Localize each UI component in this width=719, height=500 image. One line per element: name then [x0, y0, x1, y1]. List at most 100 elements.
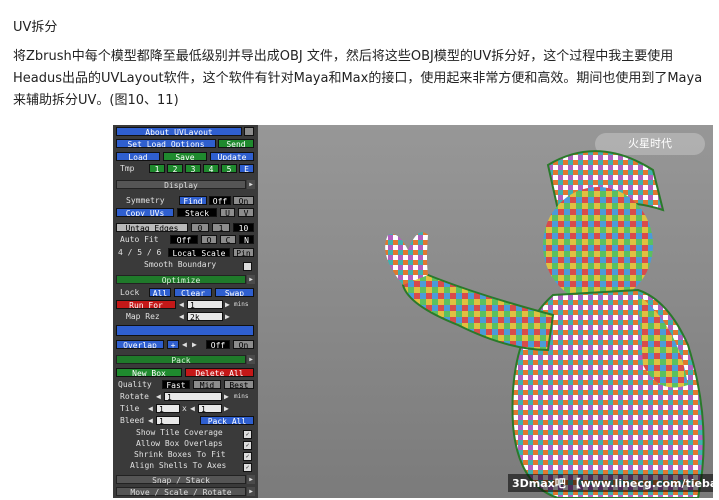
- move-scale-rotate-expand-icon[interactable]: ▶: [247, 487, 255, 496]
- load-button[interactable]: Load: [116, 152, 160, 161]
- stack-button[interactable]: Stack: [177, 208, 217, 217]
- smooth-boundary-label: Smooth Boundary: [144, 260, 217, 269]
- section-heading: UV拆分: [13, 20, 58, 35]
- align-shells-to-axes-checkbox[interactable]: ✓: [243, 463, 252, 472]
- rotate-increase-icon[interactable]: ▶: [224, 392, 229, 401]
- symmetry-on-button[interactable]: On: [233, 196, 254, 205]
- quality-best-button[interactable]: Best: [224, 380, 254, 389]
- delete-all-button[interactable]: Delete All: [185, 368, 254, 377]
- auto-fit-c-button[interactable]: C: [220, 235, 236, 244]
- lock-all-button[interactable]: All: [149, 288, 171, 297]
- set-load-options-button[interactable]: Set Load Options: [116, 139, 216, 148]
- article-paragraph: 将Zbrush中每个模型都降至最低级别并导出成OBJ 文件，然后将这些OBJ模型…: [13, 49, 703, 108]
- rotate-units-label: mins: [234, 393, 249, 400]
- overlap-off-button[interactable]: Off: [206, 340, 230, 349]
- snap-stack-section-header[interactable]: Snap / Stack: [116, 475, 246, 485]
- local-scale-button[interactable]: Local Scale: [168, 248, 230, 257]
- rotate-label: Rotate: [120, 392, 149, 401]
- panel-collapse-button[interactable]: [244, 127, 254, 136]
- tile-v-decrease-icon[interactable]: ◀: [190, 404, 195, 413]
- u-button[interactable]: U: [220, 208, 235, 217]
- untag-0-button[interactable]: 0: [191, 223, 209, 232]
- tmp-label: Tmp: [120, 164, 135, 173]
- allow-box-overlaps-label: Allow Box Overlaps: [136, 439, 223, 448]
- shrink-boxes-to-fit-label: Shrink Boxes To Fit: [134, 450, 226, 459]
- smooth-boundary-checkbox[interactable]: [243, 262, 252, 271]
- pack-section-header[interactable]: Pack: [116, 355, 246, 365]
- auto-fit-n-button[interactable]: N: [239, 235, 254, 244]
- uv-viewport[interactable]: 火星时代 3Dmax吧 【www.linecg.com/tieb: [258, 125, 713, 498]
- display-expand-icon[interactable]: ▶: [247, 180, 255, 189]
- overlap-decrease-icon[interactable]: ◀: [182, 340, 187, 349]
- send-button[interactable]: Send: [218, 139, 254, 148]
- allow-box-overlaps-checkbox[interactable]: ✓: [243, 441, 252, 450]
- map-rez-decrease-icon[interactable]: ◀: [179, 312, 184, 321]
- tmp-slot-1[interactable]: 1: [149, 164, 165, 173]
- symmetry-off-button[interactable]: Off: [209, 196, 231, 205]
- run-for-increase-icon[interactable]: ▶: [225, 300, 230, 309]
- run-for-units-label: mins: [234, 301, 249, 308]
- bleed-decrease-icon[interactable]: ◀: [148, 416, 153, 425]
- pin-button[interactable]: Pin: [233, 248, 254, 257]
- symmetry-find-button[interactable]: Find: [179, 196, 207, 205]
- untag-10-button[interactable]: 10: [233, 223, 254, 232]
- auto-fit-off-button[interactable]: Off: [170, 235, 198, 244]
- untag-1-button[interactable]: 1: [212, 223, 230, 232]
- overlap-button[interactable]: Overlap: [116, 340, 164, 349]
- lock-label: Lock: [120, 288, 140, 297]
- tile-v-field[interactable]: 1: [198, 404, 222, 413]
- tmp-slot-5[interactable]: 5: [221, 164, 237, 173]
- show-tile-coverage-checkbox[interactable]: ✓: [243, 430, 252, 439]
- update-button[interactable]: Update: [210, 152, 254, 161]
- overlap-plus-button[interactable]: +: [167, 340, 179, 349]
- run-for-decrease-icon[interactable]: ◀: [179, 300, 184, 309]
- untag-edges-button[interactable]: Untag Edges: [116, 223, 188, 232]
- new-box-button[interactable]: New Box: [116, 368, 182, 377]
- align-shells-to-axes-label: Align Shells To Axes: [130, 461, 227, 470]
- quality-mid-button[interactable]: Mid: [193, 380, 221, 389]
- auto-fit-o-button[interactable]: O: [201, 235, 217, 244]
- auto-fit-label: Auto Fit: [120, 235, 159, 244]
- bleed-label: Bleed: [120, 416, 145, 425]
- quality-fast-button[interactable]: Fast: [162, 380, 190, 389]
- show-tile-coverage-label: Show Tile Coverage: [136, 428, 223, 437]
- run-for-field[interactable]: 1: [187, 300, 223, 309]
- tile-label: Tile: [120, 404, 140, 413]
- site-watermark: 3Dmax吧 【www.linecg.com/tieba/1771】: [508, 474, 713, 492]
- tmp-slot-2[interactable]: 2: [167, 164, 183, 173]
- rotate-field[interactable]: 1: [164, 392, 222, 401]
- lock-clear-button[interactable]: Clear: [174, 288, 212, 297]
- save-button[interactable]: Save: [163, 152, 207, 161]
- optimize-section-header[interactable]: Optimize: [116, 275, 246, 285]
- move-scale-rotate-section-header[interactable]: Move / Scale / Rotate: [116, 487, 246, 497]
- tmp-slot-e[interactable]: E: [239, 164, 254, 173]
- map-rez-increase-icon[interactable]: ▶: [225, 312, 230, 321]
- pack-all-button[interactable]: Pack All: [200, 416, 254, 425]
- symmetry-label: Symmetry: [126, 196, 165, 205]
- optimize-progress-bar: [116, 325, 254, 336]
- tmp-slot-4[interactable]: 4: [203, 164, 219, 173]
- run-for-button[interactable]: Run For: [116, 300, 176, 309]
- overlap-on-button[interactable]: On: [233, 340, 254, 349]
- overlap-increase-icon[interactable]: ▶: [192, 340, 197, 349]
- map-rez-field[interactable]: 2k: [187, 312, 223, 321]
- snap-stack-expand-icon[interactable]: ▶: [247, 475, 255, 484]
- tile-x-label: x: [182, 404, 187, 413]
- shrink-boxes-to-fit-checkbox[interactable]: ✓: [243, 452, 252, 461]
- lock-swap-button[interactable]: Swap: [215, 288, 254, 297]
- bleed-field[interactable]: 1: [156, 416, 180, 425]
- rotate-decrease-icon[interactable]: ◀: [156, 392, 161, 401]
- copy-uvs-button[interactable]: Copy UVs: [116, 208, 174, 217]
- tile-v-increase-icon[interactable]: ▶: [224, 404, 229, 413]
- uvlayout-panel: About UVLayout Set Load Options Send Loa…: [113, 125, 258, 498]
- screenshot-figure: About UVLayout Set Load Options Send Loa…: [113, 125, 713, 498]
- tile-u-decrease-icon[interactable]: ◀: [148, 404, 153, 413]
- about-button[interactable]: About UVLayout: [116, 127, 242, 136]
- v-button[interactable]: V: [238, 208, 254, 217]
- fraction-label: 4 / 5 / 6: [118, 248, 162, 257]
- pack-expand-icon[interactable]: ▶: [247, 355, 255, 364]
- optimize-expand-icon[interactable]: ▶: [247, 275, 255, 284]
- tmp-slot-3[interactable]: 3: [185, 164, 201, 173]
- tile-u-field[interactable]: 1: [156, 404, 180, 413]
- display-section-header[interactable]: Display: [116, 180, 246, 190]
